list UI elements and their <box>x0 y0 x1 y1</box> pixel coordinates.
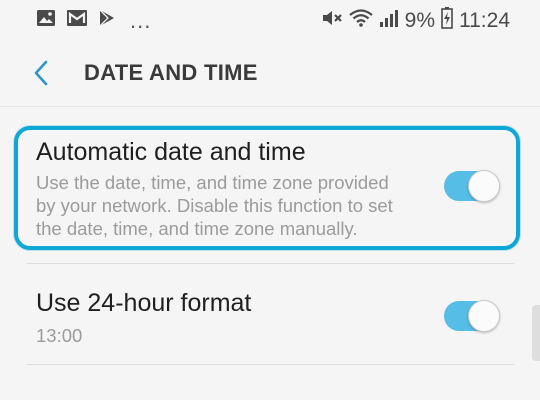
status-bar: ... 9% 11:24 <box>0 0 540 36</box>
row-divider <box>26 263 514 264</box>
toggle-thumb <box>468 170 500 202</box>
status-time: 11:24 <box>459 9 510 32</box>
description-line: by your network. Disable this function t… <box>36 195 393 216</box>
gallery-icon <box>36 9 56 32</box>
system-status: 9% 11:24 <box>321 7 510 35</box>
description-line: the date, time, and time zone manually. <box>36 218 358 239</box>
mail-icon <box>66 9 88 32</box>
description-line: Use the date, time, and time zone provid… <box>36 172 389 193</box>
header-divider <box>0 106 540 107</box>
notification-icons: ... <box>36 9 151 32</box>
more-notifications-icon: ... <box>130 7 152 33</box>
toggle-thumb <box>468 300 500 332</box>
scroll-indicator[interactable] <box>532 305 540 361</box>
page-title: DATE AND TIME <box>84 60 258 85</box>
battery-percent: 9% <box>404 9 435 32</box>
time-format-example: 13:00 <box>36 325 83 346</box>
automatic-date-time-toggle[interactable] <box>444 170 500 204</box>
battery-icon <box>441 7 453 35</box>
signal-icon <box>379 8 399 34</box>
wifi-icon <box>348 8 373 34</box>
automatic-date-time-title: Automatic date and time <box>36 138 306 166</box>
use-24-hour-format-title: Use 24-hour format <box>36 289 252 317</box>
play-store-icon <box>98 9 116 32</box>
automatic-date-time-description: Use the date, time, and time zone provid… <box>36 171 416 240</box>
app-bar: DATE AND TIME <box>0 36 540 106</box>
use-24-hour-format-toggle[interactable] <box>444 300 500 334</box>
back-arrow-icon <box>28 60 56 94</box>
mute-icon <box>321 8 343 34</box>
back-button[interactable] <box>28 56 56 90</box>
row-divider <box>26 364 514 365</box>
